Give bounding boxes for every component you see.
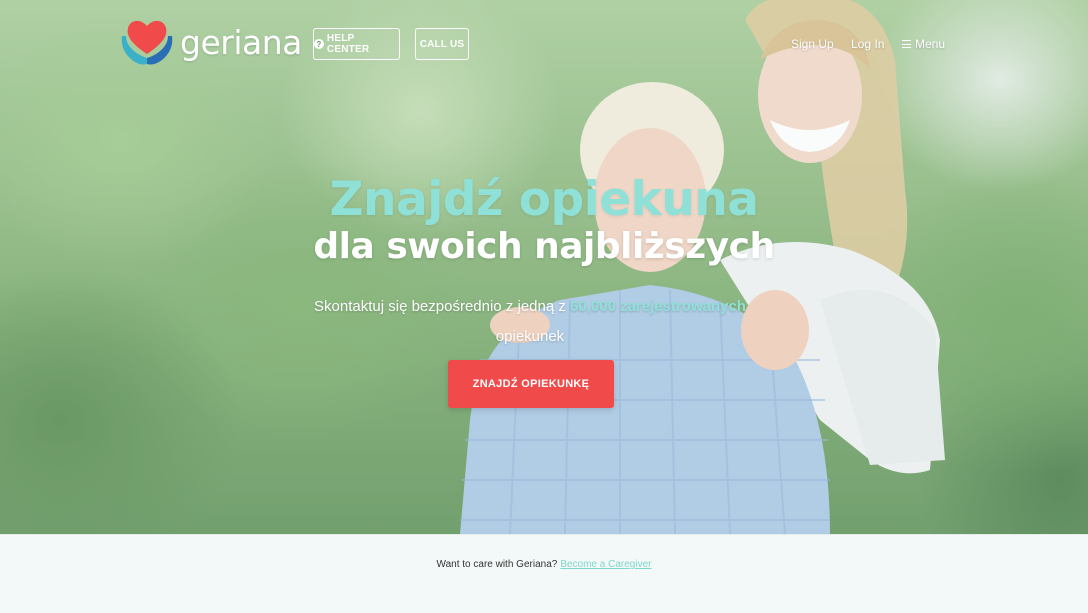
log-in-link[interactable]: Log In bbox=[851, 37, 884, 51]
caregiver-signup-strip: Want to care with Geriana? Become a Careg… bbox=[0, 534, 1088, 613]
hero-overlay bbox=[0, 0, 1088, 534]
brand-name: geriana bbox=[180, 22, 302, 62]
hero-section bbox=[0, 0, 1088, 534]
hero-description: Skontaktuj się bezpośrednio z jedną z 60… bbox=[300, 292, 760, 352]
hero-description-end: opiekunek bbox=[495, 328, 565, 345]
help-center-button[interactable]: ? HELP CENTER bbox=[313, 28, 400, 60]
caregiver-prompt: Want to care with Geriana? bbox=[436, 559, 558, 570]
menu-label: Menu bbox=[915, 37, 946, 51]
find-caregiver-button[interactable]: ZNAJDŹ OPIEKUNKĘ bbox=[448, 360, 614, 408]
hamburger-menu-icon bbox=[902, 40, 911, 48]
caregiver-count-highlight: 60,000 zarejestrowanych bbox=[570, 298, 746, 315]
hero-headline: Znajdź opiekuna bbox=[329, 172, 759, 227]
menu-toggle[interactable]: Menu bbox=[902, 37, 945, 51]
help-center-label: HELP CENTER bbox=[326, 33, 370, 55]
hero-subheadline: dla swoich najbliższych bbox=[313, 226, 775, 267]
heart-hands-logo-icon bbox=[121, 20, 173, 65]
brand-logo[interactable]: geriana bbox=[118, 14, 302, 70]
question-circle-icon: ? bbox=[314, 39, 324, 49]
become-caregiver-link[interactable]: Become a Caregiver bbox=[560, 559, 651, 570]
sign-up-link[interactable]: Sign Up bbox=[791, 37, 834, 51]
hero-description-start: Skontaktuj się bezpośrednio z jedną z bbox=[314, 298, 566, 315]
call-us-button[interactable]: CALL US bbox=[415, 28, 469, 60]
caregiver-signup-text: Want to care with Geriana? Become a Careg… bbox=[0, 559, 1088, 570]
call-us-label: CALL US bbox=[419, 38, 465, 50]
